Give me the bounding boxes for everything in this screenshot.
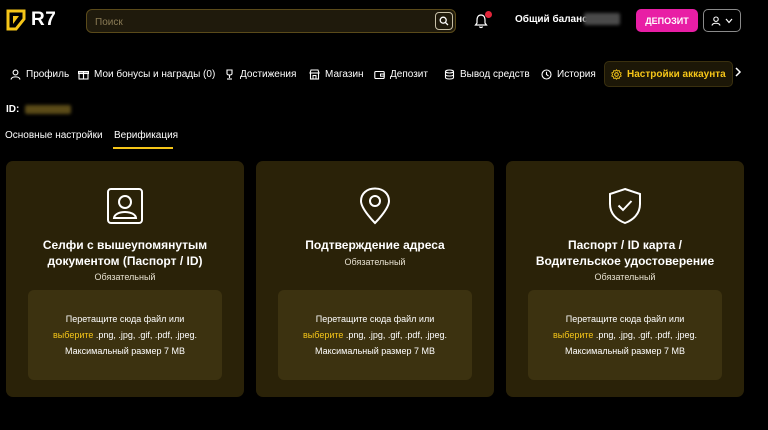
search-bar bbox=[86, 9, 456, 33]
chevron-down-icon bbox=[725, 18, 733, 23]
user-menu-button[interactable] bbox=[703, 9, 741, 32]
nav-item-label: Депозит bbox=[390, 68, 428, 80]
choose-file-link[interactable]: выберите bbox=[553, 330, 593, 340]
required-label: Обязательный bbox=[594, 272, 656, 282]
nav-item-label: Мои бонусы и награды (0) bbox=[94, 68, 216, 80]
nav-item-label: Достижения bbox=[240, 68, 297, 80]
dropzone-text: Перетащите сюда файл или bbox=[65, 314, 185, 324]
chevron-right-icon[interactable] bbox=[734, 67, 742, 77]
choose-file-link[interactable]: выберите bbox=[53, 330, 93, 340]
card-title-line2: документом (Паспорт / ID) bbox=[47, 254, 203, 268]
account-nav: Профиль Мои бонусы и награды (0) Достиже… bbox=[0, 58, 768, 88]
tab-verification[interactable]: Верификация bbox=[114, 130, 178, 141]
search-icon bbox=[439, 16, 449, 26]
search-button[interactable] bbox=[435, 12, 453, 30]
dropzone-max-size: Максимальный размер 7 MB bbox=[64, 346, 185, 356]
nav-item-label: Настройки аккаунта bbox=[627, 68, 726, 80]
settings-icon bbox=[611, 68, 622, 80]
shop-icon bbox=[309, 68, 320, 80]
wallet-icon bbox=[374, 70, 385, 79]
nav-item-history[interactable]: История bbox=[541, 65, 596, 83]
verification-card-address: Подтверждение адреса Обязательный Перета… bbox=[256, 161, 494, 397]
shield-check-icon bbox=[609, 187, 641, 225]
logo-mark-icon bbox=[6, 9, 26, 31]
nav-item-deposit[interactable]: Депозит bbox=[374, 65, 428, 83]
file-dropzone[interactable]: Перетащите сюда файл или выберите .png, … bbox=[528, 290, 722, 380]
coins-icon bbox=[444, 68, 455, 80]
gift-icon bbox=[78, 70, 89, 80]
dropzone-formats-line: выберите .png, .jpg, .gif, .pdf, .jpeg. bbox=[28, 327, 222, 343]
card-title-line1: Паспорт / ID карта / bbox=[567, 238, 682, 252]
dropzone-text: Перетащите сюда файл или bbox=[565, 314, 685, 324]
nav-item-shop[interactable]: Магазин bbox=[309, 65, 364, 83]
nav-item-label: История bbox=[557, 68, 596, 80]
dropzone-max-size: Максимальный размер 7 MB bbox=[564, 346, 685, 356]
search-input[interactable] bbox=[95, 14, 425, 30]
tab-basic-settings[interactable]: Основные настройки bbox=[5, 130, 103, 141]
card-title-line1: Подтверждение адреса bbox=[305, 238, 445, 252]
notifications-button[interactable] bbox=[474, 11, 492, 31]
dropzone-max-size: Максимальный размер 7 MB bbox=[314, 346, 435, 356]
nav-item-account-settings[interactable]: Настройки аккаунта bbox=[604, 61, 733, 87]
nav-item-label: Профиль bbox=[26, 68, 70, 80]
choose-file-link[interactable]: выберите bbox=[303, 330, 343, 340]
card-title-line1: Селфи с вышеупомянутым bbox=[42, 238, 208, 252]
location-pin-icon bbox=[359, 187, 391, 225]
top-bar: R7 Общий баланс: ДЕПОЗИТ bbox=[0, 0, 768, 42]
dropzone-text: Перетащите сюда файл или bbox=[315, 314, 435, 324]
card-title-line2: Водительское удостоверение bbox=[535, 254, 715, 268]
selfie-icon bbox=[107, 188, 143, 224]
trophy-icon bbox=[226, 68, 233, 80]
notification-badge bbox=[485, 11, 492, 18]
logo[interactable]: R7 bbox=[6, 9, 56, 31]
verification-card-selfie: Селфи с вышеупомянутым документом (Паспо… bbox=[6, 161, 244, 397]
nav-item-label: Вывод средств bbox=[460, 68, 530, 80]
dropzone-formats: .png, .jpg, .gif, .pdf, .jpeg. bbox=[93, 330, 197, 340]
file-dropzone[interactable]: Перетащите сюда файл или выберите .png, … bbox=[28, 290, 222, 380]
nav-item-bonuses[interactable]: Мои бонусы и награды (0) bbox=[78, 65, 215, 83]
id-label: ID: bbox=[6, 104, 20, 115]
account-id: ID: bbox=[6, 104, 72, 115]
balance-label: Общий баланс: bbox=[515, 14, 592, 25]
nav-item-profile[interactable]: Профиль bbox=[10, 65, 69, 83]
dropzone-formats: .png, .jpg, .gif, .pdf, .jpeg. bbox=[343, 330, 447, 340]
user-icon bbox=[711, 15, 721, 26]
file-dropzone[interactable]: Перетащите сюда файл или выберите .png, … bbox=[278, 290, 472, 380]
verification-card-passport: Паспорт / ID карта / Водительское удосто… bbox=[506, 161, 744, 397]
nav-item-achievements[interactable]: Достижения bbox=[224, 65, 296, 83]
active-tab-indicator bbox=[113, 147, 173, 149]
balance-amount bbox=[584, 13, 620, 25]
user-icon bbox=[10, 69, 21, 80]
required-label: Обязательный bbox=[344, 257, 406, 267]
dropzone-formats-line: выберите .png, .jpg, .gif, .pdf, .jpeg. bbox=[278, 327, 472, 343]
dropzone-formats: .png, .jpg, .gif, .pdf, .jpeg. bbox=[593, 330, 697, 340]
nav-item-label: Магазин bbox=[325, 68, 364, 80]
history-icon bbox=[541, 68, 552, 80]
nav-item-withdrawal[interactable]: Вывод средств bbox=[444, 65, 530, 83]
logo-text: R7 bbox=[31, 9, 57, 30]
dropzone-formats-line: выберите .png, .jpg, .gif, .pdf, .jpeg. bbox=[528, 327, 722, 343]
deposit-button[interactable]: ДЕПОЗИТ bbox=[636, 9, 698, 32]
id-value bbox=[25, 105, 72, 114]
required-label: Обязательный bbox=[94, 272, 156, 282]
